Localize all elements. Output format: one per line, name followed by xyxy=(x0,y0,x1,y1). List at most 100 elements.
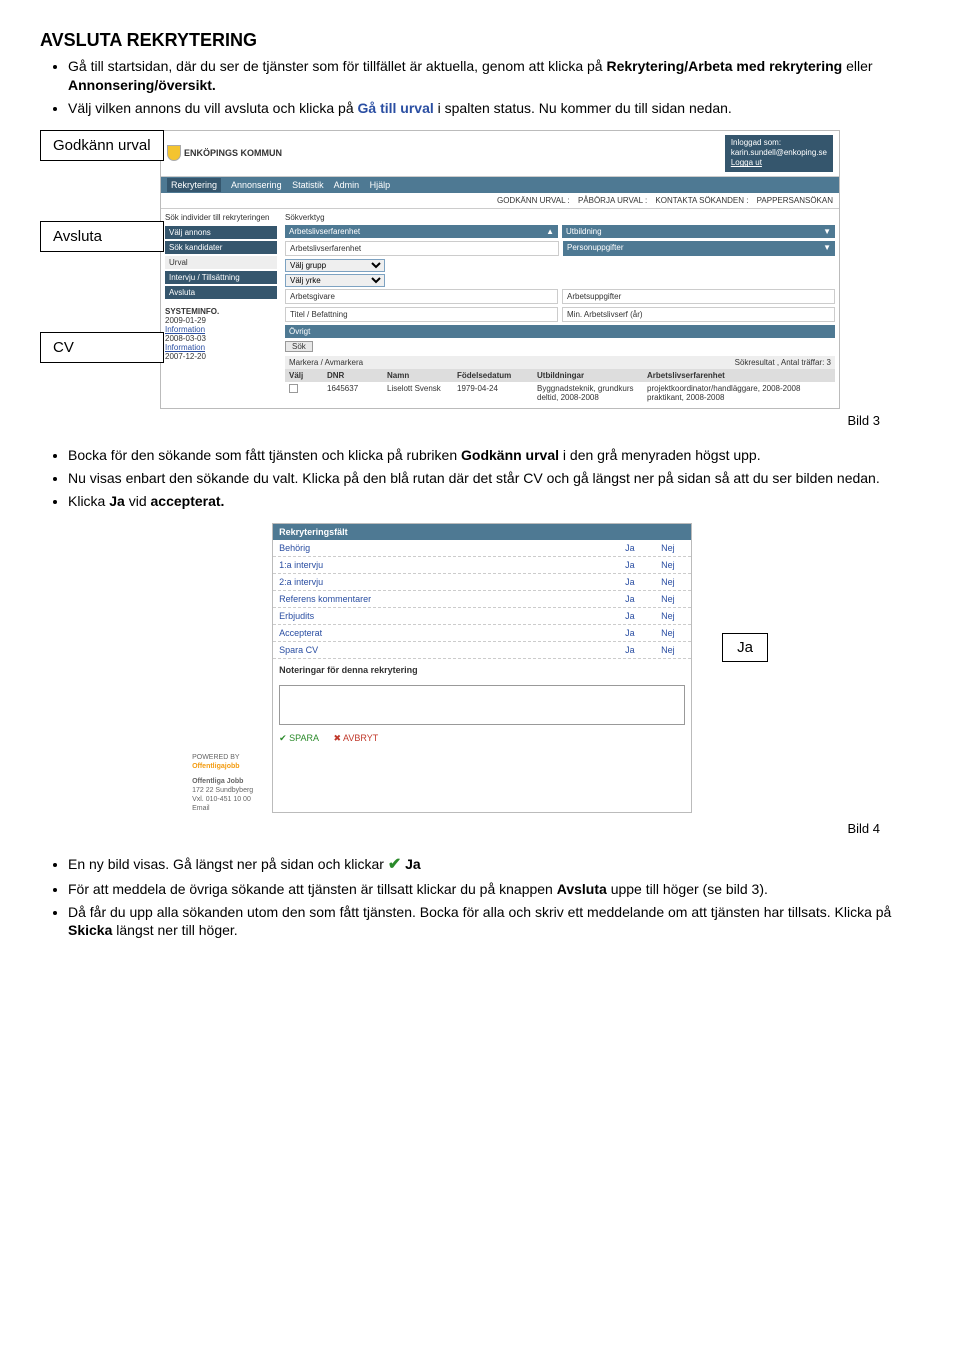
text: För att meddela de övriga sökande att tj… xyxy=(68,881,557,897)
filter-head[interactable]: Utbildning▼ xyxy=(562,225,835,238)
callout-avsluta: Avsluta xyxy=(40,221,164,252)
nej-option[interactable]: Nej xyxy=(661,611,685,621)
nej-option[interactable]: Nej xyxy=(661,577,685,587)
list-item: Bocka för den sökande som fått tjänsten … xyxy=(68,446,920,465)
search-panel: Sökverktyg Arbetslivserfarenhet▲ Utbildn… xyxy=(281,209,839,408)
text-bold: Annonsering/översikt. xyxy=(68,77,216,93)
nav-item[interactable]: Admin xyxy=(334,180,360,190)
text-bold: Avsluta xyxy=(557,881,607,897)
form-row: BehörigJaNej xyxy=(273,540,691,557)
sidebar-item[interactable]: Välj annons xyxy=(165,226,277,239)
notes-textarea[interactable] xyxy=(279,685,685,725)
sysinfo-link[interactable]: Information xyxy=(165,325,277,334)
ja-option[interactable]: Ja xyxy=(625,543,649,553)
submenu-item[interactable]: GODKÄNN URVAL xyxy=(497,196,565,205)
powered-label: POWERED BY xyxy=(192,753,272,762)
ja-option[interactable]: Ja xyxy=(625,594,649,604)
cell: Liselott Svensk xyxy=(387,384,447,393)
login-user: karin.sundell@enkoping.se xyxy=(731,148,827,158)
callout-ja: Ja xyxy=(722,633,768,662)
intro-item-1: Gå till startsidan, där du ser de tjänst… xyxy=(68,57,920,95)
sidebar-item[interactable]: Sök kandidater xyxy=(165,241,277,254)
end-list: En ny bild visas. Gå längst ner på sidan… xyxy=(68,854,920,940)
text: vid xyxy=(129,493,151,509)
search-button[interactable]: Sök xyxy=(285,341,313,352)
nej-option[interactable]: Nej xyxy=(661,628,685,638)
result-row: 1645637 Liselott Svensk 1979-04-24 Byggn… xyxy=(285,382,835,404)
ja-option[interactable]: Ja xyxy=(625,577,649,587)
form-row-accepterat: AccepteratJaNej xyxy=(273,625,691,642)
ja-option[interactable]: Ja xyxy=(625,628,649,638)
list-item: Klicka Ja vid accepterat. xyxy=(68,492,920,511)
text: eller xyxy=(846,58,872,74)
submenu-item[interactable]: PÅBÖRJA URVAL xyxy=(578,196,643,205)
spara-button[interactable]: ✔ SPARA xyxy=(279,733,319,743)
link-text: Gå till urval xyxy=(358,100,434,116)
list-item: En ny bild visas. Gå längst ner på sidan… xyxy=(68,854,920,876)
nav-item[interactable]: Annonsering xyxy=(231,180,282,190)
logout-link[interactable]: Logga ut xyxy=(731,158,827,168)
form-row: 1:a intervjuJaNej xyxy=(273,557,691,574)
submenu-item[interactable]: KONTAKTA SÖKANDEN xyxy=(655,196,744,205)
address: 172 22 Sundbyberg xyxy=(192,786,272,795)
search-tools-label: Sökverktyg xyxy=(285,213,835,222)
brand-name: Offentliga Jobb xyxy=(192,777,272,786)
text-bold: Ja xyxy=(109,493,125,509)
mid-list: Bocka för den sökande som fått tjänsten … xyxy=(68,446,920,511)
nej-option[interactable]: Nej xyxy=(661,560,685,570)
intro-item-2: Välj vilken annons du vill avsluta och k… xyxy=(68,99,920,118)
text-bold: Rekrytering/Arbeta med rekrytering xyxy=(606,58,842,74)
sidebar-item-avsluta[interactable]: Avsluta xyxy=(165,286,277,299)
nav-item[interactable]: Rekrytering xyxy=(167,178,221,192)
text-bold: Ja xyxy=(405,856,421,872)
text-bold: accepterat. xyxy=(151,493,225,509)
ja-option[interactable]: Ja xyxy=(625,560,649,570)
panel-header: Rekryteringsfält xyxy=(273,524,691,540)
avbryt-button[interactable]: ✖ AVBRYT xyxy=(333,733,378,743)
nej-option[interactable]: Nej xyxy=(661,594,685,604)
result-count: Sökresultat , Antal träffar: 3 xyxy=(735,358,831,367)
nav-item[interactable]: Hjälp xyxy=(370,180,391,190)
text-bold: Godkänn urval xyxy=(461,447,559,463)
cell: 1645637 xyxy=(327,384,377,393)
filter-head[interactable]: Övrigt xyxy=(285,325,835,338)
text: En ny bild visas. Gå längst ner på sidan… xyxy=(68,856,388,872)
brand-text: ENKÖPINGS KOMMUN xyxy=(184,148,282,158)
nav-item[interactable]: Statistik xyxy=(292,180,324,190)
nej-option[interactable]: Nej xyxy=(661,543,685,553)
text: Bocka för den sökande som fått tjänsten … xyxy=(68,447,461,463)
form-row: 2:a intervjuJaNej xyxy=(273,574,691,591)
select-yrke[interactable]: Välj yrke xyxy=(285,274,385,287)
sysinfo-link[interactable]: Information xyxy=(165,343,277,352)
text: i spalten status. Nu kommer du till sida… xyxy=(438,100,732,116)
result-header: Välj DNR Namn Födelsedatum Utbildningar … xyxy=(285,369,835,382)
sidebar-title: Sök individer till rekryteringen xyxy=(165,213,277,222)
submenu-item[interactable]: PAPPERSANSÖKAN xyxy=(757,196,833,205)
logo-shield-icon xyxy=(167,145,181,161)
email-label: Email xyxy=(192,804,272,813)
filter-sub: Arbetslivserfarenhet xyxy=(285,241,559,256)
text: Gå till startsidan, där du ser de tjänst… xyxy=(68,58,606,74)
sidebar-item[interactable]: Intervju / Tillsättning xyxy=(165,271,277,284)
ja-option[interactable]: Ja xyxy=(625,611,649,621)
field-label: Arbetsgivare xyxy=(285,289,558,304)
list-item: För att meddela de övriga sökande att tj… xyxy=(68,880,920,899)
field-label: Arbetsuppgifter xyxy=(562,289,835,304)
filter-head[interactable]: Personuppgifter▼ xyxy=(563,241,835,256)
select-grupp[interactable]: Välj grupp xyxy=(285,259,385,272)
intro-list: Gå till startsidan, där du ser de tjänst… xyxy=(68,57,920,118)
form-row: ErbjuditsJaNej xyxy=(273,608,691,625)
caption-bild-4: Bild 4 xyxy=(40,821,880,836)
filter-head[interactable]: Arbetslivserfarenhet▲ xyxy=(285,225,558,238)
page-title: AVSLUTA REKRYTERING xyxy=(40,30,920,51)
field-label: Titel / Befattning xyxy=(285,307,558,322)
ja-option[interactable]: Ja xyxy=(625,645,649,655)
list-item: Då får du upp alla sökanden utom den som… xyxy=(68,903,920,941)
sidebar-item[interactable]: Urval xyxy=(165,256,277,269)
checkbox[interactable] xyxy=(289,384,298,393)
sysinfo-date: 2009-01-29 xyxy=(165,316,277,325)
sysinfo-date: 2007-12-20 xyxy=(165,352,277,361)
nej-option[interactable]: Nej xyxy=(661,645,685,655)
text: i den grå menyraden högst upp. xyxy=(563,447,761,463)
callout-godkann-urval: Godkänn urval xyxy=(40,130,164,161)
